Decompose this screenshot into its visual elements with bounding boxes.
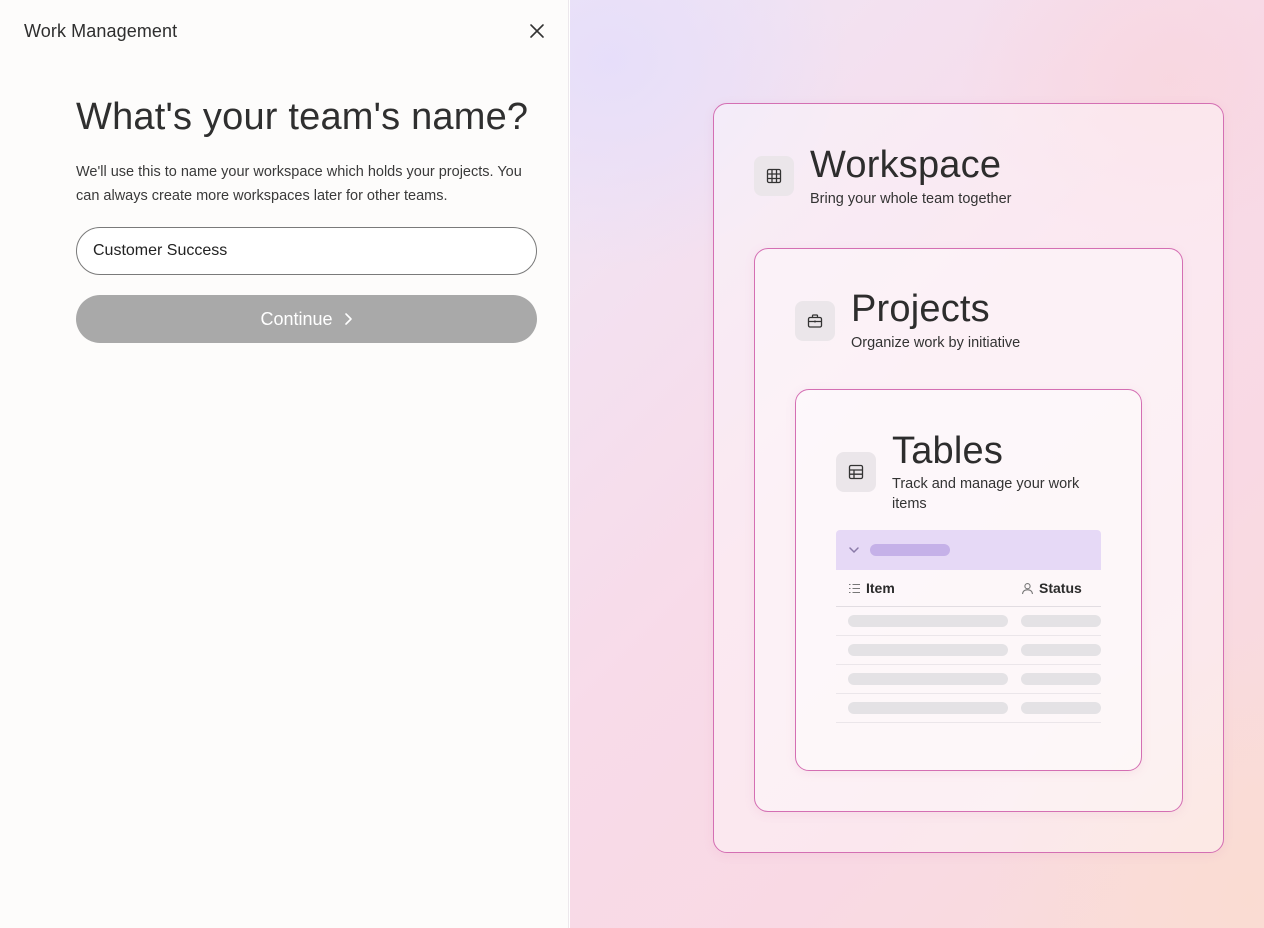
form-panel: Work Management What's your team's name?… (0, 0, 569, 928)
table-group-header (836, 530, 1101, 570)
table-row (836, 607, 1101, 636)
grid-icon (766, 168, 782, 184)
status-placeholder (1021, 702, 1101, 714)
item-placeholder (848, 615, 1008, 627)
tables-title: Tables (892, 430, 1004, 472)
person-icon (1021, 582, 1034, 594)
page-heading: What's your team's name? (76, 96, 529, 138)
briefcase-icon (807, 314, 823, 328)
table-header-row: Item Status (836, 570, 1101, 607)
list-icon (849, 583, 860, 593)
item-placeholder (848, 673, 1008, 685)
workspace-subtitle: Bring your whole team together (810, 191, 1012, 207)
preview-table: Item Status (836, 530, 1101, 723)
projects-title: Projects (851, 288, 990, 330)
continue-button[interactable]: Continue (76, 295, 537, 343)
team-name-input[interactable] (76, 227, 537, 275)
workspace-title: Workspace (810, 144, 1002, 186)
status-placeholder (1021, 673, 1101, 685)
projects-subtitle: Organize work by initiative (851, 335, 1021, 351)
tables-subtitle: Track and manage your work items (892, 476, 1080, 512)
chevron-down-icon (849, 547, 859, 554)
preview-panel: Workspace Bring your whole team together… (570, 0, 1264, 928)
group-name-placeholder (870, 544, 950, 556)
column-header-item: Item (836, 580, 1021, 596)
column-item-label: Item (866, 580, 895, 596)
projects-card: Projects Organize work by initiative Tab… (754, 248, 1183, 812)
tables-card: Tables Track and manage your work items (795, 389, 1142, 771)
workspace-icon-box (754, 156, 794, 196)
chevron-right-icon (344, 313, 352, 325)
item-placeholder (848, 644, 1008, 656)
status-placeholder (1021, 615, 1101, 627)
app-title: Work Management (24, 21, 178, 41)
status-placeholder (1021, 644, 1101, 656)
column-status-label: Status (1039, 580, 1082, 596)
close-button[interactable] (524, 18, 550, 44)
table-row (836, 665, 1101, 694)
column-header-status: Status (1021, 580, 1082, 596)
projects-icon-box (795, 301, 835, 341)
page-description: We'll use this to name your workspace wh… (76, 164, 522, 204)
table-icon (848, 464, 864, 480)
tables-icon-box (836, 452, 876, 492)
table-row (836, 636, 1101, 665)
item-placeholder (848, 702, 1008, 714)
table-row (836, 694, 1101, 723)
workspace-card: Workspace Bring your whole team together… (713, 103, 1224, 853)
continue-label: Continue (260, 308, 333, 329)
close-icon[interactable] (529, 23, 545, 39)
